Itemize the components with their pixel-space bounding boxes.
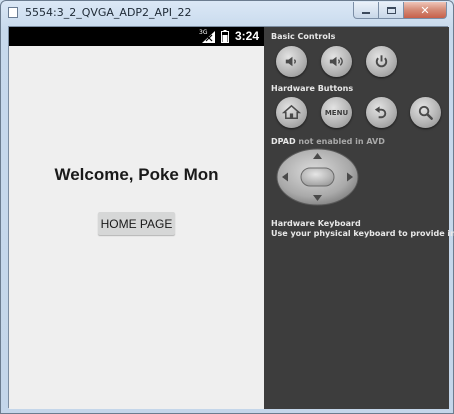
emulator-window: 5554:3_2_QVGA_ADP2_API_22 ✕ 3G 3:24 Welc… xyxy=(0,0,454,414)
home-button[interactable] xyxy=(276,97,307,128)
dpad-note: not enabled in AVD xyxy=(298,137,385,146)
emulator-controls-panel: Basic Controls Hardware Buttons MENU DPA… xyxy=(264,27,454,409)
app-window-icon xyxy=(8,7,18,18)
dpad-control[interactable] xyxy=(276,148,359,206)
search-button[interactable] xyxy=(410,97,441,128)
home-page-button[interactable]: HOME PAGE xyxy=(98,212,175,235)
volume-up-button[interactable] xyxy=(321,46,352,77)
back-icon xyxy=(374,106,387,119)
battery-icon xyxy=(221,30,229,43)
volume-down-button[interactable] xyxy=(276,46,307,77)
volume-up-icon xyxy=(329,56,343,67)
welcome-message: Welcome, Poke Mon xyxy=(54,165,219,184)
dpad-label: DPAD xyxy=(271,137,296,146)
dpad-heading: DPAD not enabled in AVD xyxy=(271,137,385,146)
hardware-keyboard-hint: Use your physical keyboard to provide in… xyxy=(271,229,454,238)
search-icon xyxy=(418,105,433,120)
volume-down-icon xyxy=(285,56,296,67)
home-icon xyxy=(282,104,301,119)
maximize-button[interactable] xyxy=(379,2,404,19)
close-icon: ✕ xyxy=(420,3,430,17)
dpad-center-button[interactable] xyxy=(300,167,335,187)
title-bar[interactable]: 5554:3_2_QVGA_ADP2_API_22 ✕ xyxy=(1,1,453,25)
close-button[interactable]: ✕ xyxy=(404,2,447,19)
status-clock: 3:24 xyxy=(235,29,260,43)
status-bar: 3G 3:24 xyxy=(9,27,264,46)
window-controls: ✕ xyxy=(353,2,447,19)
power-button[interactable] xyxy=(366,46,397,77)
maximize-icon xyxy=(386,6,396,14)
hardware-buttons-heading: Hardware Buttons xyxy=(271,84,354,93)
signal-icon xyxy=(202,31,215,43)
emulator-client-area: 3G 3:24 Welcome, Poke Mon HOME PAGE Basi… xyxy=(8,26,454,409)
phone-screen[interactable]: 3G 3:24 Welcome, Poke Mon HOME PAGE xyxy=(9,27,264,409)
basic-controls-heading: Basic Controls xyxy=(271,32,336,41)
power-icon xyxy=(375,55,388,68)
menu-button-label: MENU xyxy=(324,108,349,117)
minimize-icon xyxy=(362,12,370,14)
menu-button[interactable]: MENU xyxy=(321,97,352,128)
window-title: 5554:3_2_QVGA_ADP2_API_22 xyxy=(25,6,192,19)
minimize-button[interactable] xyxy=(353,2,379,19)
hardware-keyboard-info: Hardware Keyboard Use your physical keyb… xyxy=(271,219,454,239)
hardware-keyboard-title: Hardware Keyboard xyxy=(271,219,361,228)
back-button[interactable] xyxy=(366,97,397,128)
